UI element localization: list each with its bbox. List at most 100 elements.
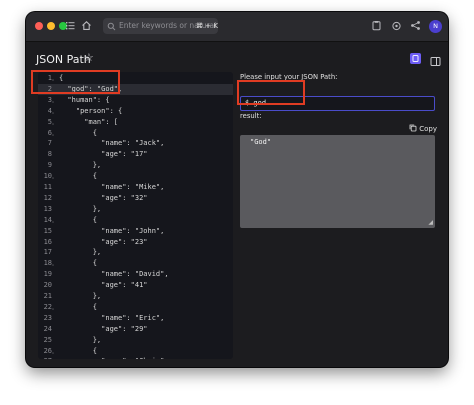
code-line[interactable]: 23 "name": "Eric", <box>38 313 233 324</box>
code-line[interactable]: 21 }, <box>38 291 233 302</box>
code-text: "human": { <box>59 95 110 104</box>
format-button[interactable] <box>410 53 421 64</box>
fold-chevron-icon[interactable]: ˬ <box>52 215 58 226</box>
line-number: 8 <box>47 150 52 159</box>
line-number: 7 <box>47 139 52 148</box>
result-output[interactable]: "God" ◢ <box>240 135 435 228</box>
code-line[interactable]: 10 ˬ { <box>38 171 233 182</box>
copy-button[interactable]: Copy <box>409 124 437 134</box>
page-title: JSON Path <box>36 53 91 66</box>
resize-grip-icon[interactable]: ◢ <box>428 219 433 226</box>
star-icon[interactable]: ☆ <box>84 51 94 64</box>
result-value: "God" <box>250 138 272 146</box>
code-line[interactable]: 3ˬ "human": { <box>38 95 233 106</box>
json-editor[interactable]: 1 ˬ{2 "god": "God", 3 ˬ "human": {4 ˬ "perso… <box>38 72 233 359</box>
code-text: "name": "Mike", <box>59 183 165 191</box>
code-text: "name": "Eric", <box>59 313 165 322</box>
line-number: 23 <box>43 313 52 322</box>
code-line[interactable]: 2 "god": "God", <box>38 83 233 95</box>
fold-chevron-icon[interactable]: ˬ <box>52 73 58 84</box>
code-line[interactable]: 1 ˬ{ <box>38 73 233 84</box>
code-line[interactable]: 20 "age": "41" <box>38 280 233 291</box>
line-number: 27 <box>38 356 52 359</box>
sparkle-icon[interactable] <box>390 20 403 33</box>
code-line[interactable]: 6ˬ { <box>38 128 233 139</box>
result-label: result: <box>240 112 262 120</box>
code-line[interactable]: 11 "name": "Mike", <box>38 182 233 193</box>
line-number: 24 <box>43 324 52 333</box>
line-number: 10 <box>43 172 52 181</box>
code-line[interactable]: 14 ˬ { <box>38 215 233 226</box>
line-number: 3 <box>47 95 52 104</box>
code-text: "name": "John", <box>59 226 165 235</box>
avatar[interactable]: N <box>429 20 442 33</box>
line-number: 14 <box>43 215 52 224</box>
code-line[interactable]: 18 ˬ { <box>38 258 233 269</box>
code-text: "age": "17" <box>59 150 148 159</box>
line-number: 9 <box>47 161 52 170</box>
code-text: { <box>59 346 97 355</box>
code-line[interactable]: 26 ˬ { <box>38 346 233 357</box>
close-window-button[interactable] <box>35 22 43 30</box>
code-line[interactable]: 9 }, <box>38 160 233 171</box>
home-icon[interactable] <box>80 20 93 33</box>
code-text: "name": "David", <box>59 270 169 279</box>
fold-chevron-icon[interactable]: ˬ <box>52 95 58 106</box>
code-line[interactable]: 12 "age": "32" <box>38 193 233 204</box>
code-line[interactable]: 5ˬ "man": [ <box>38 117 233 128</box>
list-icon[interactable] <box>64 20 77 33</box>
line-number: 25 <box>43 335 52 344</box>
line-number: 18 <box>43 259 52 268</box>
code-line[interactable]: 22 ˬ { <box>38 302 233 313</box>
line-number: 1 <box>47 74 52 82</box>
line-number: 2 <box>47 84 52 93</box>
code-line[interactable]: 4ˬ "person": { <box>38 106 233 117</box>
fold-chevron-icon[interactable]: ˬ <box>52 128 58 139</box>
json-path-label: Please input your JSON Path: <box>240 73 338 81</box>
code-text: { <box>59 74 64 82</box>
json-path-input[interactable]: $.god <box>240 96 435 111</box>
share-icon[interactable] <box>409 20 422 33</box>
panel-icon[interactable] <box>430 52 441 66</box>
fold-chevron-icon[interactable]: ˬ <box>52 258 58 269</box>
code-text: { <box>59 259 97 268</box>
fold-chevron-icon[interactable]: ˬ <box>52 106 58 117</box>
code-line[interactable]: 19 "name": "David", <box>38 269 233 280</box>
app-window: Enter keywords or natural la... ⌘ + K N … <box>26 12 448 367</box>
line-number: 21 <box>43 292 52 300</box>
code-text: }, <box>59 292 102 300</box>
code-text: { <box>59 215 97 224</box>
copy-icon <box>409 124 419 133</box>
minimize-window-button[interactable] <box>47 22 55 30</box>
code-line[interactable]: 13 }, <box>38 204 233 215</box>
code-text: { <box>59 128 97 137</box>
code-text: { <box>59 172 97 181</box>
line-number: 26 <box>43 346 52 355</box>
code-line[interactable]: 7 "name": "Jack", <box>38 138 233 149</box>
code-text: "name": "Chris", <box>59 356 168 359</box>
line-number: 22 <box>43 302 52 311</box>
fold-chevron-icon[interactable]: ˬ <box>52 346 58 357</box>
fold-chevron-icon[interactable]: ˬ <box>52 117 58 128</box>
code-line[interactable]: 27 "name": "Chris", <box>38 356 233 359</box>
line-number: 12 <box>43 193 52 202</box>
code-text: "age": "32" <box>59 193 148 202</box>
code-line[interactable]: 25 }, <box>38 335 233 346</box>
code-line[interactable]: 8 "age": "17" <box>38 149 233 160</box>
line-number: 5 <box>47 117 52 126</box>
line-number: 15 <box>43 226 52 235</box>
line-number: 20 <box>43 281 52 290</box>
clipboard-icon[interactable] <box>370 20 383 33</box>
line-number: 13 <box>43 204 52 213</box>
code-line[interactable]: 16 "age": "23" <box>38 237 233 248</box>
code-line[interactable]: 24 "age": "29" <box>38 324 233 335</box>
shortcut-hint: ⌘ + K <box>196 22 218 30</box>
code-text: "age": "41" <box>59 281 148 290</box>
code-text: "name": "Jack", <box>59 139 165 148</box>
code-line[interactable]: 17 }, <box>38 247 233 258</box>
line-number: 17 <box>43 248 52 257</box>
fold-chevron-icon[interactable]: ˬ <box>52 171 58 182</box>
fold-chevron-icon[interactable]: ˬ <box>52 302 58 313</box>
code-text: "man": [ <box>59 117 119 126</box>
code-line[interactable]: 15 "name": "John", <box>38 226 233 237</box>
